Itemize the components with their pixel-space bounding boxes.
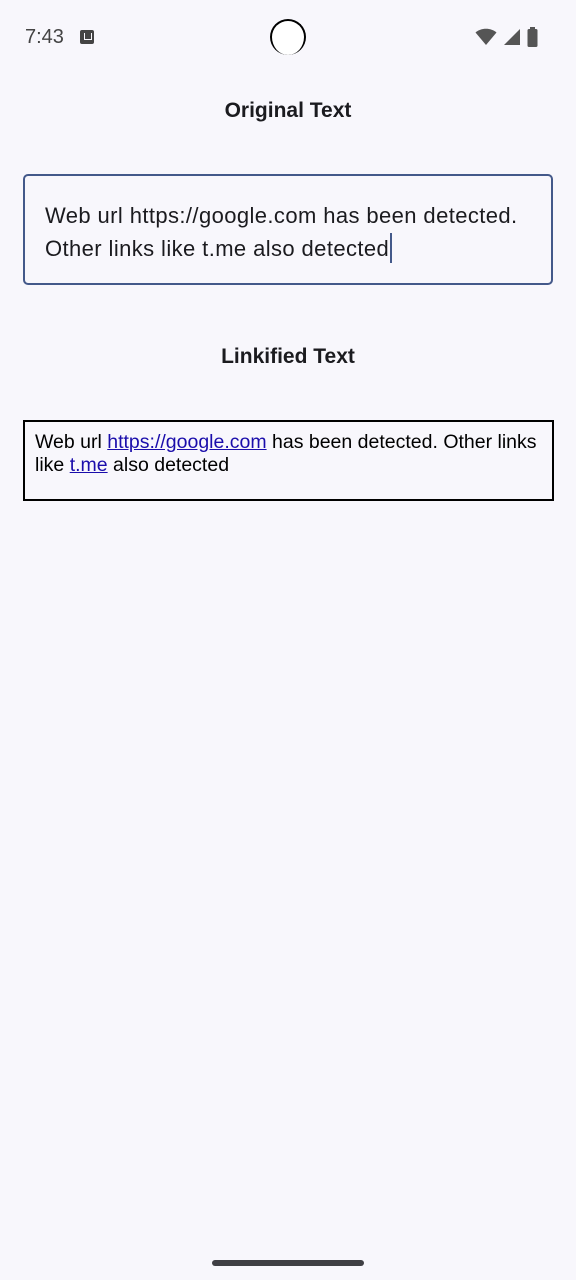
- link-tme[interactable]: t.me: [70, 454, 108, 476]
- status-icons: [475, 26, 538, 48]
- battery-icon: [527, 27, 538, 47]
- cellular-signal-icon: [504, 29, 520, 45]
- linkified-text-segment: also detected: [107, 454, 230, 476]
- status-time: 7:43: [25, 26, 64, 48]
- text-cursor: [390, 233, 393, 263]
- camera-cutout: [270, 19, 306, 55]
- linkified-text-box: Web url https://google.com has been dete…: [23, 420, 554, 501]
- original-text-heading: Original Text: [224, 99, 352, 122]
- linkified-text-segment: Web url: [35, 431, 108, 453]
- status-bar: 7:43: [0, 0, 576, 74]
- wifi-icon: [475, 28, 497, 45]
- gesture-nav-handle[interactable]: [212, 1260, 364, 1266]
- notification-a-icon: [80, 30, 94, 44]
- original-text-input[interactable]: Web url https://google.com has been dete…: [23, 174, 553, 285]
- link-google[interactable]: https://google.com: [107, 431, 266, 453]
- original-text-value: Web url https://google.com has been dete…: [45, 203, 518, 261]
- linkified-text-heading: Linkified Text: [221, 345, 355, 368]
